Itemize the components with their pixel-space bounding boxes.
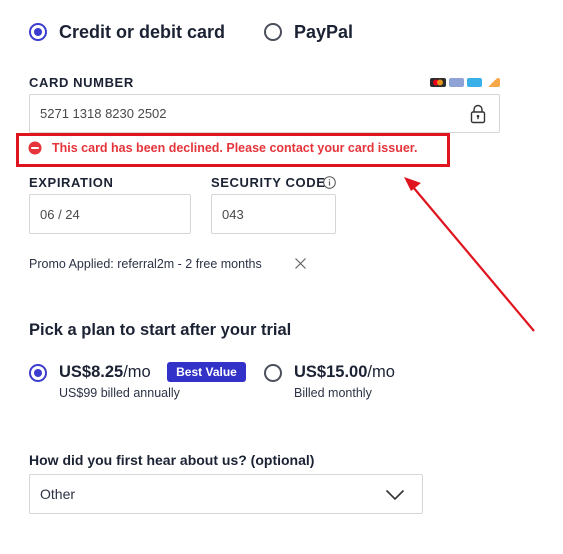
card-radio[interactable] bbox=[29, 23, 47, 41]
plan-option-annual[interactable]: US$8.25/mo Best Value US$99 billed annua… bbox=[29, 362, 254, 402]
best-value-badge: Best Value bbox=[167, 362, 246, 382]
card-number-label: CARD NUMBER bbox=[29, 75, 134, 90]
card-logos bbox=[430, 78, 502, 88]
error-icon bbox=[28, 141, 42, 160]
amex-logo-icon bbox=[449, 78, 464, 87]
mastercard-logo-icon bbox=[430, 78, 446, 87]
card-declined-error-highlight: This card has been declined. Please cont… bbox=[16, 133, 450, 167]
lock-icon bbox=[470, 104, 486, 129]
security-code-label: SECURITY CODE bbox=[211, 175, 326, 190]
promo-applied-text: Promo Applied: referral2m - 2 free month… bbox=[29, 257, 262, 271]
plan-option-monthly[interactable]: US$15.00/mo Billed monthly bbox=[264, 362, 424, 402]
visa-logo-icon bbox=[467, 78, 482, 87]
monthly-plan-billing: Billed monthly bbox=[294, 386, 372, 400]
expiration-field[interactable]: 06 / 24 bbox=[29, 194, 191, 234]
security-code-value: 043 bbox=[222, 207, 244, 222]
card-declined-error-message: This card has been declined. Please cont… bbox=[52, 141, 418, 155]
referral-source-question: How did you first hear about us? (option… bbox=[29, 452, 315, 468]
monthly-plan-radio[interactable] bbox=[264, 364, 282, 382]
paypal-radio[interactable] bbox=[264, 23, 282, 41]
expiration-label: EXPIRATION bbox=[29, 175, 114, 190]
payment-method-card-option[interactable]: Credit or debit card bbox=[29, 22, 239, 42]
discover-logo-icon bbox=[485, 78, 500, 87]
referral-source-selected: Other bbox=[40, 486, 76, 502]
info-icon[interactable] bbox=[323, 176, 336, 194]
security-code-field[interactable]: 043 bbox=[211, 194, 336, 234]
monthly-plan-price: US$15.00/mo bbox=[294, 363, 395, 381]
annual-plan-price: US$8.25/mo bbox=[59, 363, 151, 381]
annotation-arrow-shaft bbox=[412, 186, 535, 332]
expiration-value: 06 / 24 bbox=[40, 207, 80, 222]
payment-method-paypal-option[interactable]: PayPal bbox=[264, 22, 364, 42]
paypal-option-label: PayPal bbox=[294, 22, 354, 42]
plan-section-title: Pick a plan to start after your trial bbox=[29, 321, 292, 339]
chevron-down-icon bbox=[385, 488, 405, 506]
annual-plan-radio[interactable] bbox=[29, 364, 47, 382]
referral-source-select[interactable]: Other bbox=[29, 474, 423, 514]
card-number-field[interactable]: 5271 1318 8230 2502 bbox=[29, 94, 500, 133]
card-option-label: Credit or debit card bbox=[59, 22, 226, 42]
remove-promo-close-icon[interactable] bbox=[294, 257, 307, 275]
annotation-arrow-head bbox=[404, 177, 421, 191]
card-number-value: 5271 1318 8230 2502 bbox=[40, 106, 167, 121]
annual-plan-billing: US$99 billed annually bbox=[59, 386, 180, 400]
